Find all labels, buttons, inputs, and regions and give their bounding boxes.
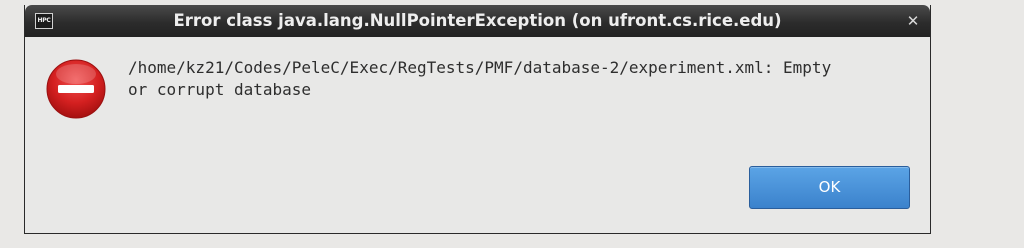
window-title: Error class java.lang.NullPointerExcepti… xyxy=(173,11,782,30)
close-icon[interactable]: ✕ xyxy=(904,12,922,30)
hpc-app-icon: HPC xyxy=(35,13,53,29)
titlebar[interactable]: HPC Error class java.lang.NullPointerExc… xyxy=(25,5,930,37)
error-dialog-window: HPC Error class java.lang.NullPointerExc… xyxy=(24,5,931,234)
error-message: /home/kz21/Codes/PeleC/Exec/RegTests/PMF… xyxy=(128,58,832,99)
error-stop-icon xyxy=(46,59,106,119)
ok-button[interactable]: OK xyxy=(749,166,910,209)
